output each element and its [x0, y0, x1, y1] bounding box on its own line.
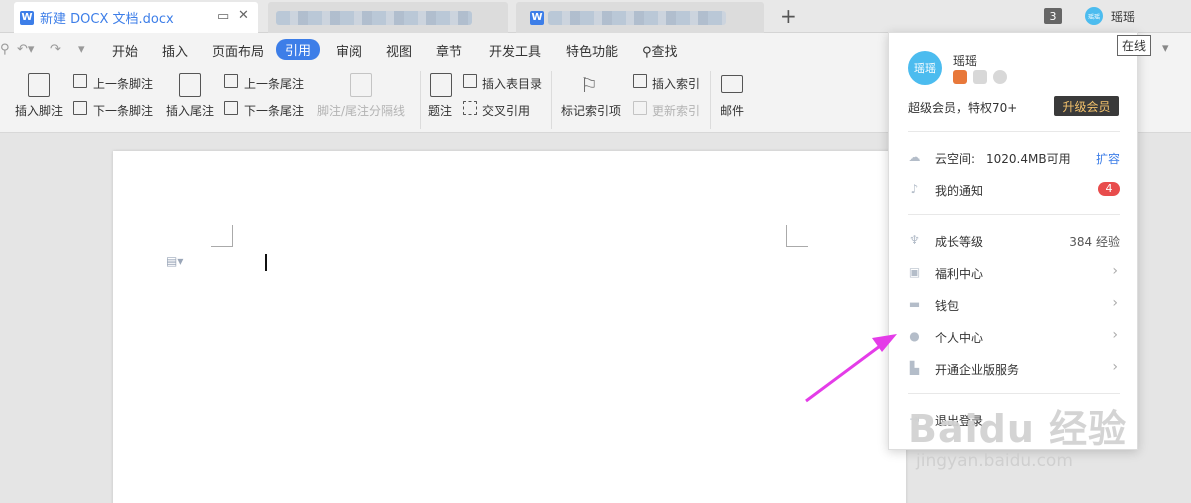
- baidu-watermark: Baidu 经验: [908, 407, 1128, 451]
- watermark-url: jingyan.baidu.com: [916, 451, 1073, 471]
- arrow-shaft: [805, 344, 881, 403]
